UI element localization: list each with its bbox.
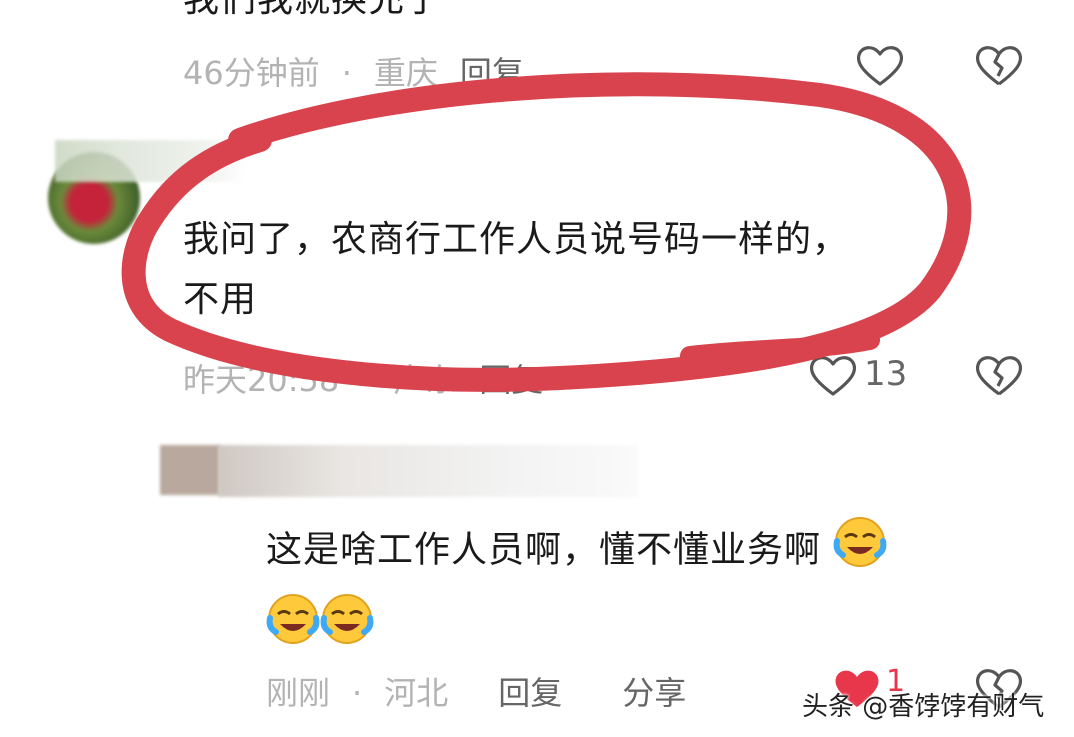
comment-1-time: 46分钟前 <box>183 54 320 92</box>
separator: · <box>341 54 352 92</box>
comment-3-reply[interactable]: 回复 <box>498 674 562 712</box>
comment-3-location: 河北 <box>384 674 449 712</box>
comment-2-line1: 我问了，农商行工作人员说号码一样的， <box>183 219 850 260</box>
comment-1-location: 重庆 <box>373 54 438 92</box>
broken-heart-icon[interactable] <box>974 352 1024 398</box>
comment-3-text: 这是啥工作人员啊，懂不懂业务啊 <box>266 515 1026 665</box>
comment-3-time: 刚刚 <box>266 674 331 712</box>
reply-username-redacted <box>218 445 638 497</box>
comment-3-share[interactable]: 分享 <box>622 674 686 712</box>
comment-2-line2: 不用 <box>183 279 258 320</box>
reply-avatar-redacted <box>160 445 220 495</box>
comment-1-reply[interactable]: 回复 <box>460 54 524 92</box>
crying-laughing-emoji-icon <box>266 592 320 665</box>
broken-heart-icon[interactable] <box>974 42 1024 88</box>
watermark: 头条 @香饽饽有财气 <box>802 692 1045 722</box>
comment-1-meta: 46分钟前 · 重庆 回复 <box>183 48 546 94</box>
comment-3-line1: 这是啥工作人员啊，懂不懂业务啊 <box>266 529 822 571</box>
separator: · <box>361 361 372 399</box>
comment-1-text: 我们我就换充了 <box>183 0 442 30</box>
comment-2-reply[interactable]: 回复 <box>479 361 543 399</box>
comment-2-text: 我问了，农商行工作人员说号码一样的， 不用 <box>183 210 849 330</box>
comment-2-time: 昨天20:58 <box>183 361 340 399</box>
separator: · <box>352 674 363 712</box>
comment-2-location: 广东 <box>393 361 458 399</box>
comment-2-like-count: 13 <box>864 354 908 394</box>
crying-laughing-emoji-icon <box>833 515 887 588</box>
comment-3-meta: 刚刚 · 河北 回复 分享 <box>266 668 708 714</box>
crying-laughing-emoji-icon <box>320 592 374 665</box>
comment-2-meta: 昨天20:58 · 广东 回复 <box>183 355 565 401</box>
heart-outline-icon[interactable] <box>855 42 905 88</box>
username-redacted <box>55 140 245 182</box>
heart-outline-icon[interactable] <box>808 352 858 398</box>
